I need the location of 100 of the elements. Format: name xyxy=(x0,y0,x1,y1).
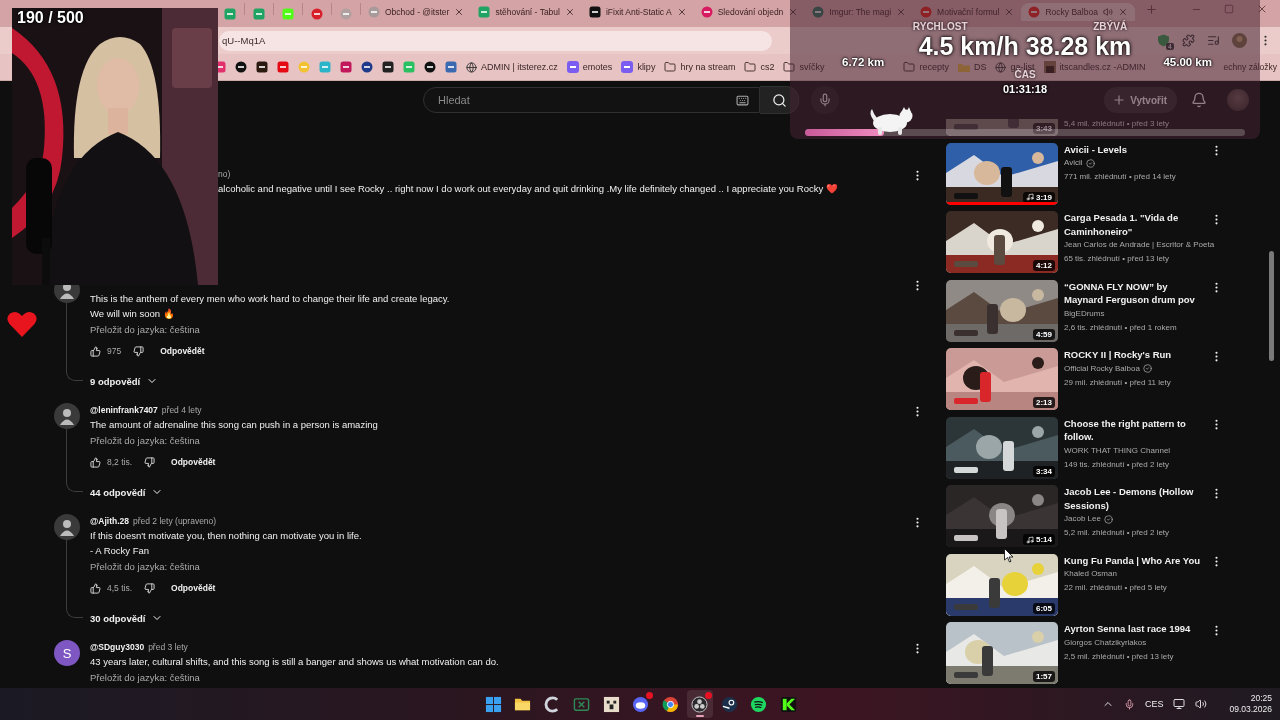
video-thumbnail[interactable]: 5:14 xyxy=(946,485,1058,547)
translate-link[interactable]: Přeložit do jazyka: čeština xyxy=(90,560,200,574)
chat-icon xyxy=(632,695,649,713)
video-meta: 65 tis. zhlédnutí • před 13 lety xyxy=(1064,253,1171,265)
comment-author[interactable]: @Ajith.28 xyxy=(90,516,129,526)
close-icon[interactable] xyxy=(564,7,575,17)
comment-author[interactable]: @leninfrank7407 xyxy=(90,405,158,415)
cursor-icon xyxy=(1004,548,1014,563)
close-icon[interactable] xyxy=(454,7,465,17)
channel-name[interactable]: Khaled Osman xyxy=(1064,567,1117,581)
replies-toggle[interactable]: 44 odpovědí xyxy=(90,484,164,500)
bookmark[interactable] xyxy=(424,61,436,73)
taskbar-app-button[interactable] xyxy=(686,690,713,718)
dislike-icon[interactable] xyxy=(144,456,156,468)
translate-link[interactable]: Přeložit do jazyka: čeština xyxy=(90,671,200,685)
video-title[interactable]: Avicii - Levels xyxy=(1064,142,1209,156)
shield-icon[interactable] xyxy=(1157,34,1170,47)
bookmark[interactable] xyxy=(235,61,247,73)
like-icon[interactable] xyxy=(90,582,101,594)
close-icon[interactable] xyxy=(676,7,687,17)
bookmark[interactable] xyxy=(256,61,268,73)
video-thumbnail[interactable]: 1:57 xyxy=(946,622,1058,684)
bookmark[interactable] xyxy=(361,61,373,73)
volume-icon[interactable] xyxy=(1195,698,1208,710)
video-title[interactable]: ROCKY II | Rocky's Run xyxy=(1064,348,1209,362)
media-icon[interactable] xyxy=(1207,34,1220,47)
search-icon xyxy=(771,92,787,108)
bookmark[interactable]: ADMIN | itsterez.cz xyxy=(466,61,558,73)
like-count: 4,5 tis. xyxy=(107,583,133,593)
scrollbar-thumb[interactable] xyxy=(1269,251,1274,361)
avatar-icon: S xyxy=(54,640,80,666)
voice-search-button[interactable] xyxy=(811,86,839,114)
app-icon xyxy=(282,8,294,20)
close-icon[interactable] xyxy=(788,7,799,17)
video-thumbnail[interactable]: 3:34 xyxy=(946,416,1058,479)
video-title[interactable]: Kung Fu Panda | Who Are You xyxy=(1064,553,1209,567)
mic-icon[interactable] xyxy=(1123,698,1135,710)
close-icon[interactable] xyxy=(1117,7,1128,17)
browser-tab[interactable]: iFixit Anti-Static A xyxy=(581,3,694,21)
block-icon xyxy=(602,695,620,713)
like-icon[interactable] xyxy=(90,345,101,357)
translate-link[interactable]: Přeložit do jazyka: čeština xyxy=(90,323,200,337)
heart-icon xyxy=(7,311,37,337)
reply-button[interactable]: Odpovědět xyxy=(160,346,205,356)
video-title[interactable]: Jacob Lee - Demons (Hollow Sessions) xyxy=(1064,485,1209,512)
language-indicator[interactable]: CES xyxy=(1144,699,1164,709)
channel-name[interactable]: WORK THAT THING Channel xyxy=(1064,443,1171,458)
create-button[interactable]: Vytvořit xyxy=(1104,87,1177,113)
record-icon xyxy=(691,695,708,713)
replies-toggle[interactable]: 30 odpovědí xyxy=(90,610,164,626)
like-count: 975 xyxy=(107,346,122,356)
video-meta: 29 mil. zhlédnutí • před 11 lety xyxy=(1064,376,1172,389)
notifications-icon[interactable] xyxy=(1191,92,1207,108)
video-title[interactable]: “GONNA FLY NOW” by Maynard Ferguson drum pov xyxy=(1064,279,1209,307)
network-icon[interactable] xyxy=(1173,698,1186,710)
translate-link[interactable]: Přeložit do jazyka: čeština xyxy=(90,434,200,448)
app-icon xyxy=(445,61,457,73)
close-icon[interactable] xyxy=(1256,3,1268,15)
clock[interactable]: 20:25 09.03.2026 xyxy=(1229,693,1272,715)
search-button[interactable] xyxy=(760,86,799,114)
channel-name[interactable]: Jacob Lee xyxy=(1064,512,1101,526)
app-icon xyxy=(340,61,352,73)
video-thumbnail[interactable]: 6:05 xyxy=(946,553,1058,616)
channel-name[interactable]: Official Rocky Balboa xyxy=(1064,361,1140,376)
search-input[interactable]: Hledat xyxy=(436,93,736,107)
app-icon xyxy=(277,61,289,73)
keyboard-icon[interactable] xyxy=(736,93,749,107)
video-thumbnail[interactable]: 4:59 xyxy=(946,279,1058,342)
dislike-icon[interactable] xyxy=(144,582,156,594)
bookmark[interactable]: hry na stream xyxy=(664,61,736,73)
video-thumbnail[interactable]: 2:13 xyxy=(946,348,1058,410)
video-title[interactable]: Choose the right pattern to follow. xyxy=(1064,416,1209,444)
browser-tab[interactable]: Sledování objedn xyxy=(693,3,806,21)
video-thumbnail[interactable]: 3:19 xyxy=(946,142,1058,205)
bookmark[interactable] xyxy=(382,61,394,73)
search-box[interactable]: Hledat xyxy=(423,87,760,113)
browser-tab[interactable]: Obchod - @itster xyxy=(361,3,472,21)
video-thumbnail[interactable]: 4:12 xyxy=(946,211,1058,273)
reply-button[interactable]: Odpovědět xyxy=(171,583,216,593)
channel-name[interactable]: Jean Carlos de Andrade | Escritor & Poeta xyxy=(1064,238,1215,252)
speaker-icon[interactable] xyxy=(1102,7,1113,17)
like-icon[interactable] xyxy=(90,456,101,468)
dislike-icon[interactable] xyxy=(133,345,145,357)
reply-button[interactable]: Odpovědět xyxy=(171,457,216,467)
comment-text: - A Rocky Fan xyxy=(90,544,151,558)
channel-name[interactable]: BigEDrums xyxy=(1064,306,1105,321)
video-duration: 6:05 xyxy=(1033,602,1055,614)
address-field[interactable]: qU--Mq1A xyxy=(219,30,772,51)
bookmark[interactable]: emotes xyxy=(566,61,613,73)
channel-name[interactable]: Avicii xyxy=(1064,156,1083,170)
video-title[interactable]: Carga Pesada 1. "Vida de Caminhoneiro" xyxy=(1064,211,1209,238)
comment-author[interactable]: @SDguy3030 xyxy=(90,642,145,652)
browser-tab[interactable]: stěhování - Tabul xyxy=(471,3,582,21)
bookmark[interactable]: cs2 xyxy=(744,61,775,73)
replies-toggle[interactable]: 9 odpovědí xyxy=(90,373,159,389)
video-title[interactable]: Ayrton Senna last race 1994 xyxy=(1064,622,1209,636)
bookmark[interactable]: klipy xyxy=(621,61,656,73)
extensions-icon[interactable] xyxy=(1182,34,1195,47)
folder-icon xyxy=(664,61,677,73)
channel-name[interactable]: Giorgos Chatzikyriakos xyxy=(1064,635,1147,650)
